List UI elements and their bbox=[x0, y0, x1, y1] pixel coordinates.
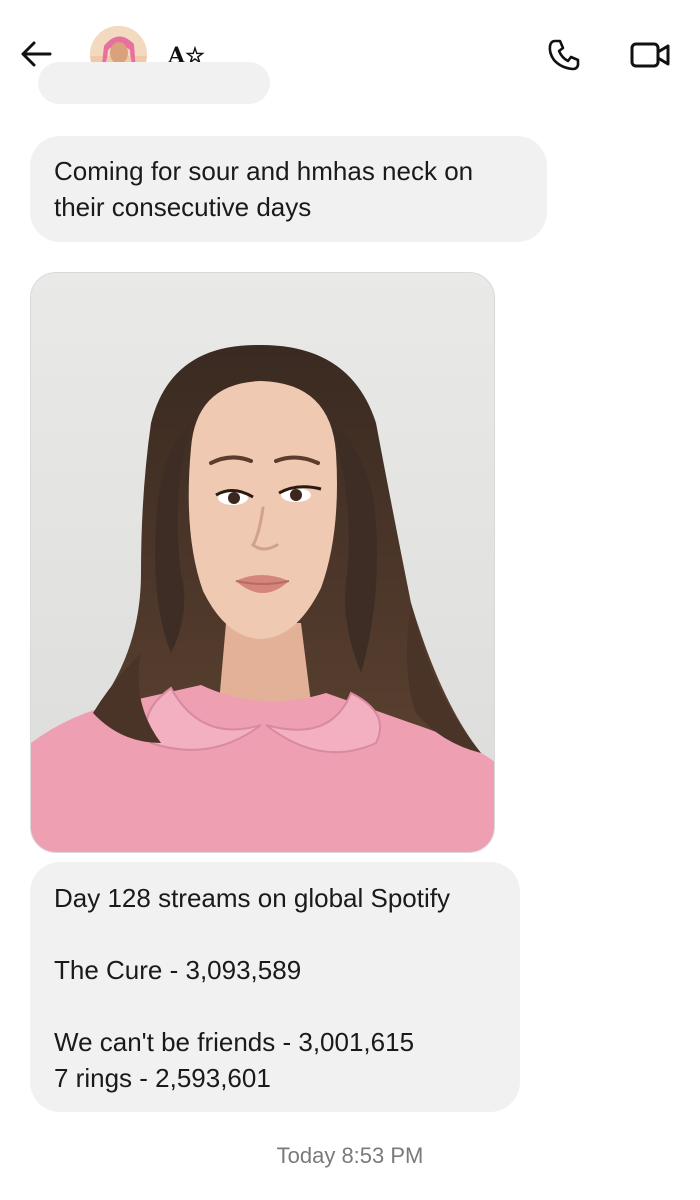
message-text: Coming for sour and hmhas neck on their … bbox=[54, 156, 474, 222]
previous-message-bubble bbox=[38, 62, 270, 104]
message-line: Day 128 streams on global Spotify bbox=[54, 883, 450, 913]
message-line: 7 rings - 2,593,601 bbox=[54, 1063, 271, 1093]
message-bubble: Coming for sour and hmhas neck on their … bbox=[30, 136, 547, 242]
message-timestamp: Today 8:53 PM bbox=[276, 1143, 424, 1168]
video-camera-icon bbox=[630, 42, 670, 68]
message-line: The Cure - 3,093,589 bbox=[54, 955, 302, 985]
video-call-button[interactable] bbox=[627, 35, 673, 75]
message-line: We can't be friends - 3,001,615 bbox=[54, 1027, 415, 1057]
phone-icon bbox=[548, 39, 580, 71]
message-photo[interactable] bbox=[30, 272, 495, 853]
call-button[interactable] bbox=[544, 35, 584, 75]
message-bubble: Day 128 streams on global Spotify The Cu… bbox=[30, 862, 520, 1112]
portrait-image bbox=[31, 273, 494, 852]
